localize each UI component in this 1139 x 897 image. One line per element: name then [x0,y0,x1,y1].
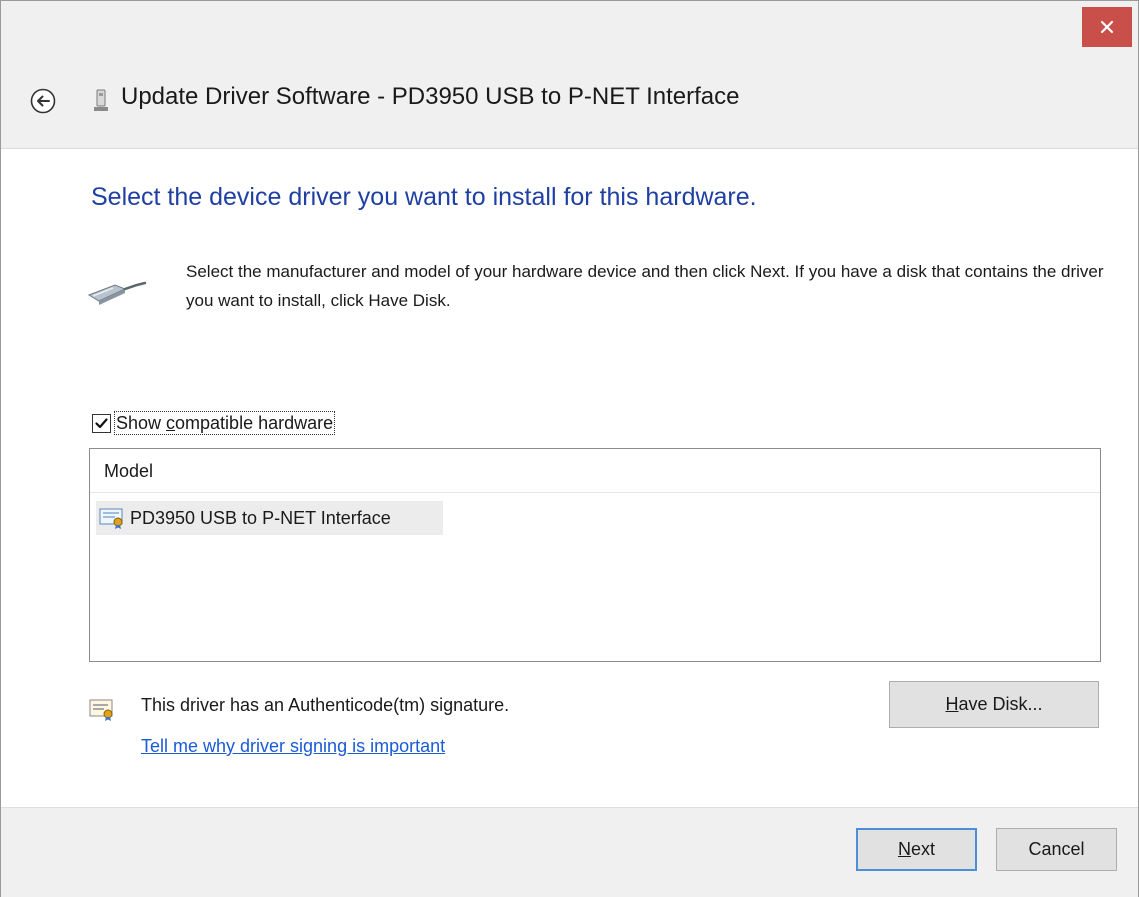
certified-driver-icon [99,508,123,529]
close-button[interactable] [1082,7,1132,47]
instructions-text: Select the manufacturer and model of you… [186,262,1104,310]
back-button[interactable] [29,87,57,115]
checkbox-box[interactable] [92,413,111,433]
window-title: Update Driver Software - PD3950 USB to P… [121,83,740,110]
checkmark-icon [95,417,108,428]
model-column-header[interactable]: Model [90,449,1100,493]
dialog-content: Select the device driver you want to ins… [1,149,1138,807]
model-list[interactable]: Model PD3950 USB to P-NET Interface [89,448,1101,662]
model-list-item[interactable]: PD3950 USB to P-NET Interface [96,501,443,535]
show-compatible-hardware-label: Show compatible hardware [114,411,336,435]
model-header-label: Model [104,461,154,481]
model-item-label: PD3950 USB to P-NET Interface [130,507,391,528]
title-bar: Update Driver Software - PD3950 USB to P… [1,1,1138,149]
have-disk-label: ave Disk... [958,694,1043,714]
update-driver-dialog: Update Driver Software - PD3950 USB to P… [0,0,1139,897]
next-accel: N [897,839,911,859]
have-disk-accel: H [945,694,959,714]
next-button[interactable]: Next [856,828,977,871]
have-disk-button[interactable]: Have Disk... [889,681,1099,728]
serial-cable-icon [87,281,147,305]
close-icon [1100,20,1114,34]
dialog-footer: Next Cancel [1,807,1138,897]
show-compatible-hardware-checkbox[interactable]: Show compatible hardware [92,411,336,435]
cancel-button[interactable]: Cancel [996,828,1117,871]
usb-device-icon [94,89,108,111]
driver-signing-link[interactable]: Tell me why driver signing is important [141,736,445,757]
page-heading: Select the device driver you want to ins… [91,183,757,211]
next-label: ext [910,839,935,859]
signature-text: This driver has an Authenticode(tm) sign… [141,695,510,715]
signature-certificate-icon [89,699,113,721]
back-arrow-icon [30,88,56,114]
